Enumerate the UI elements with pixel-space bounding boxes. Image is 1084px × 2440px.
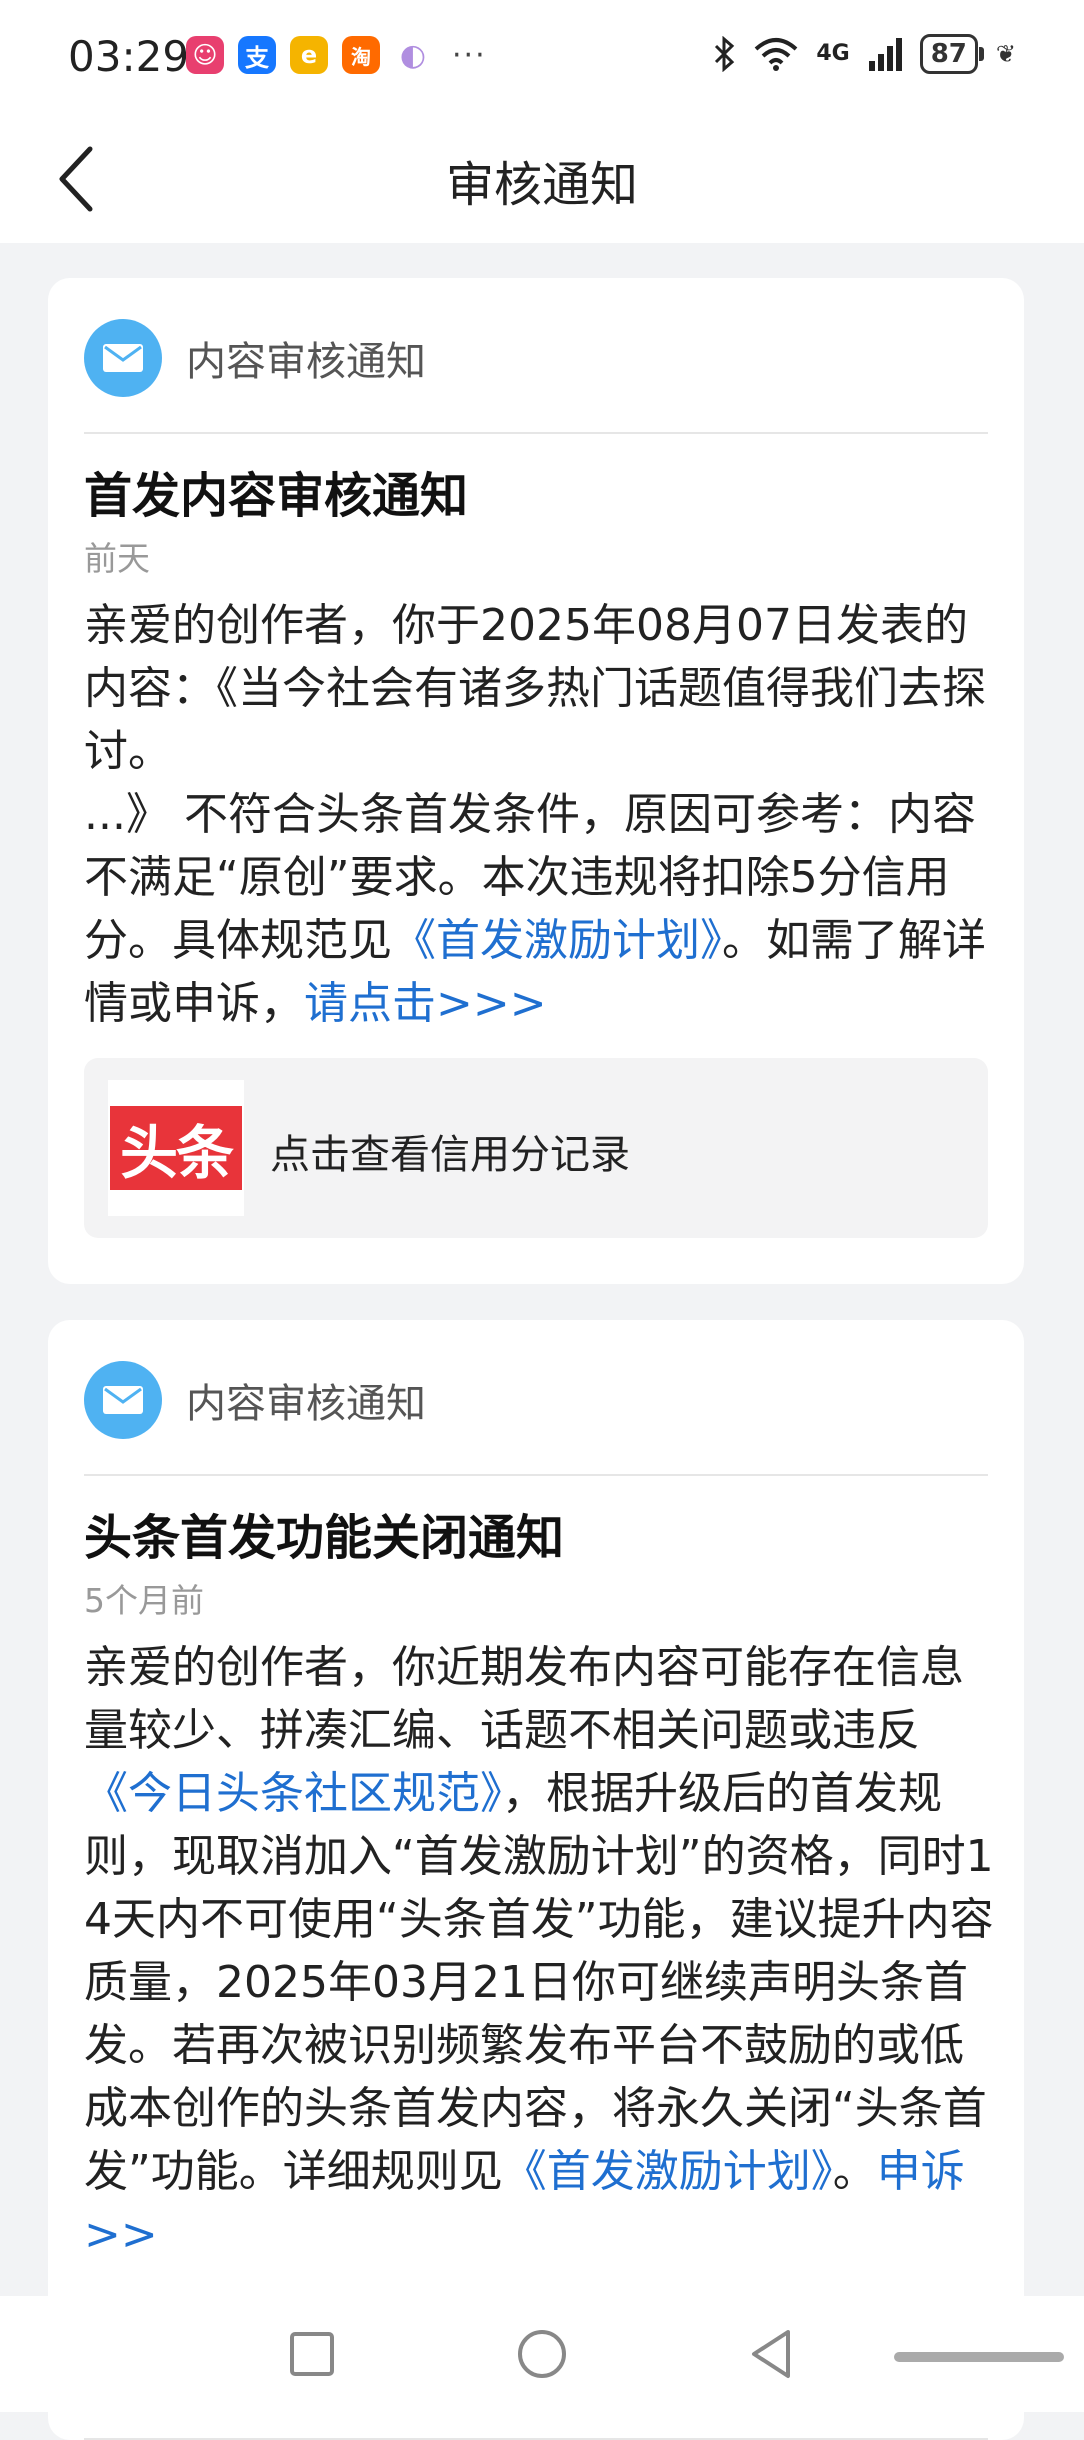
square-icon [290,2332,334,2376]
divider [84,1474,988,1476]
credit-record-label: 点击查看信用分记录 [270,1132,630,1178]
notification-body: 亲爱的创作者，你于2025年08月07日发表的内容：《当今社会有诸多热门话题值得… [84,594,996,1035]
alipay-icon: 支 [238,36,276,74]
status-time: 03:29 [68,32,190,81]
gesture-handle[interactable] [894,2352,1064,2362]
network-type: 4G [816,41,850,66]
app-icon-5: ◐ [399,37,427,73]
card-header: 内容审核通知 [84,318,426,398]
mail-icon [84,1361,162,1439]
notification-title: 首发内容审核通知 [84,468,469,524]
more-notifications-icon: ··· [452,37,487,73]
recent-apps-button[interactable] [282,2324,342,2384]
toutiao-logo-text: 头条 [110,1106,242,1190]
credit-record-entry[interactable]: 头条 点击查看信用分记录 [84,1058,988,1238]
community-rules-link[interactable]: 《今日头条社区规范》 [84,1768,502,1819]
mail-icon [84,319,162,397]
system-navigation-bar [0,2296,1084,2412]
incentive-plan-link[interactable]: 《首发激励计划》 [392,915,722,966]
triangle-back-icon [752,2330,790,2378]
top-bar: 审核通知 [0,115,1084,243]
home-button[interactable] [512,2324,572,2384]
notification-body: 亲爱的创作者，你近期发布内容可能存在信息量较少、拼凑汇编、话题不相关问题或违反《… [84,1636,996,2266]
divider [84,432,988,434]
incentive-plan-link[interactable]: 《首发激励计划》 [503,2146,833,2197]
click-here-link[interactable]: 请点击>>> [304,978,547,1029]
signal-icon [868,38,902,71]
wifi-icon [754,38,798,71]
notification-card[interactable]: 内容审核通知 首发内容审核通知 前天 亲爱的创作者，你于2025年08月07日发… [48,278,1024,1284]
notification-card[interactable]: 内容审核通知 头条首发功能关闭通知 5个月前 亲爱的创作者，你近期发布内容可能存… [48,1320,1024,2440]
body-text: 。 [832,2146,877,2197]
circle-icon [518,2330,566,2378]
status-right: 4G 87 ❦ [712,34,1016,74]
taobao-icon: 淘 [342,36,380,74]
body-text: 亲爱的创作者，你于2025年08月07日发表的内容：《当今社会有诸多热门话题值得… [84,600,986,777]
battery-level: 87 [919,34,985,74]
body-text: 亲爱的创作者，你近期发布内容可能存在信息量较少、拼凑汇编、话题不相关问题或违反 [84,1642,964,1756]
notification-date: 5个月前 [84,1581,204,1620]
bluetooth-icon [715,36,735,72]
app-icon-3: e [290,36,328,74]
card-header: 内容审核通知 [84,1360,426,1440]
app-icon-1: ☺ [186,36,224,74]
status-app-icons: ☺ 支 e 淘 ◐ ··· [186,36,487,74]
toutiao-logo: 头条 [108,1080,244,1216]
notification-type: 内容审核通知 [186,1381,426,1427]
body-text: ，根据升级后的首发规则，现取消加入“首发激励计划”的资格，同时14天内不可使用“… [84,1768,994,2197]
status-bar: 03:29 ☺ 支 e 淘 ◐ ··· 4G 87 ❦ [0,0,1084,115]
back-nav-button[interactable] [742,2324,802,2384]
notification-title: 头条首发功能关闭通知 [84,1510,565,1566]
notification-type: 内容审核通知 [186,339,426,385]
page-title: 审核通知 [445,157,638,213]
power-saving-icon: ❦ [995,40,1016,68]
notification-date: 前天 [84,539,150,578]
